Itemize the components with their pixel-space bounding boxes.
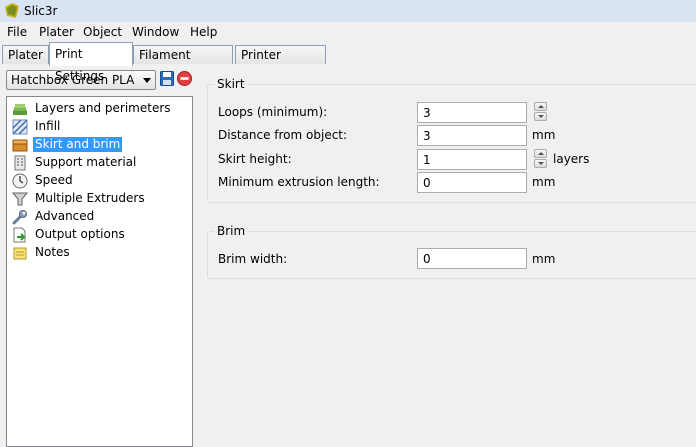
tree-label: Skirt and brim: [33, 137, 123, 152]
page-export-icon: [13, 227, 26, 243]
distance-input[interactable]: 3: [417, 125, 527, 146]
tree-item-notes[interactable]: Notes: [12, 244, 190, 262]
loops-value: 3: [423, 106, 431, 120]
layers-icon: [13, 104, 27, 115]
infill-icon: [12, 119, 28, 135]
delete-icon[interactable]: [177, 71, 192, 86]
spinner-up-icon[interactable]: [534, 102, 547, 111]
skirt-height-input[interactable]: 1: [417, 149, 527, 170]
tree-label: Layers and perimeters: [35, 101, 171, 115]
funnel-icon: [12, 192, 28, 206]
clock-icon: [12, 173, 28, 189]
spinner-down-icon[interactable]: [534, 159, 547, 168]
slic3r-logo-icon: [5, 3, 19, 18]
tree-label: Notes: [35, 245, 70, 259]
skirt-height-label: Skirt height:: [218, 152, 292, 166]
tree-label: Multiple Extruders: [35, 191, 145, 205]
brim-group-title: Brim: [214, 224, 249, 238]
tree-item-advanced[interactable]: Advanced: [12, 208, 190, 226]
brim-group: Brim Brim width: 0 mm: [207, 224, 696, 279]
loops-label: Loops (minimum):: [218, 105, 328, 119]
tab-printer-settings[interactable]: Printer Settings: [235, 45, 326, 80]
box-icon: [12, 139, 28, 152]
window-title: Slic3r: [24, 4, 58, 18]
tree-label: Support material: [35, 155, 137, 169]
distance-label: Distance from object:: [218, 128, 348, 142]
loops-input[interactable]: 3: [417, 102, 527, 123]
save-icon[interactable]: [160, 71, 174, 86]
brim-width-input[interactable]: 0: [417, 248, 527, 269]
building-icon: [14, 155, 26, 171]
tree-item-speed[interactable]: Speed: [12, 172, 190, 190]
title-bar: Slic3r: [0, 0, 696, 23]
skirt-group-title: Skirt: [214, 77, 248, 91]
tree-label: Speed: [35, 173, 73, 187]
menu-bar: File Plater Object Window Help: [0, 22, 696, 41]
min-extrusion-input[interactable]: 0: [417, 172, 527, 193]
tree-label: Advanced: [35, 209, 95, 223]
min-extrusion-value: 0: [423, 176, 431, 190]
skirt-group: Skirt Loops (minimum): 3 Distance from o…: [207, 77, 696, 203]
spinner-down-icon[interactable]: [534, 112, 547, 121]
tree-item-layers-and-perimeters[interactable]: Layers and perimeters: [12, 100, 190, 118]
brim-width-label: Brim width:: [218, 252, 288, 266]
note-icon: [13, 247, 27, 260]
print-settings-panel: Hatchbox Green PLA Layers and perimeters…: [0, 65, 696, 447]
wrench-icon: [12, 210, 27, 225]
tree-label: Output options: [35, 227, 125, 241]
tab-strip: Plater Print Settings Filament Settings …: [0, 41, 696, 83]
skirt-height-unit: layers: [553, 152, 590, 166]
chevron-down-icon: [143, 78, 151, 83]
min-extrusion-label: Minimum extrusion length:: [218, 175, 380, 189]
tree-item-output-options[interactable]: Output options: [12, 226, 190, 244]
spinner-up-icon[interactable]: [534, 149, 547, 158]
skirt-height-spinner[interactable]: [534, 149, 547, 169]
tree-item-support-material[interactable]: Support material: [12, 154, 190, 172]
brim-width-value: 0: [423, 252, 431, 266]
skirt-height-value: 1: [423, 153, 431, 167]
settings-category-tree: Layers and perimeters Infill Skirt and b…: [6, 96, 193, 447]
menu-plater[interactable]: Plater: [39, 25, 74, 39]
menu-object[interactable]: Object: [83, 25, 122, 39]
min-extrusion-unit: mm: [532, 175, 556, 189]
tab-print-settings[interactable]: Print Settings: [49, 42, 133, 83]
loops-spinner[interactable]: [534, 102, 547, 122]
tab-filament-settings[interactable]: Filament Settings: [133, 45, 233, 80]
tree-label: Infill: [35, 119, 61, 133]
brim-width-unit: mm: [532, 252, 556, 266]
menu-help[interactable]: Help: [190, 25, 217, 39]
distance-value: 3: [423, 129, 431, 143]
tree-item-skirt-and-brim[interactable]: Skirt and brim: [12, 136, 190, 154]
distance-unit: mm: [532, 128, 556, 142]
menu-file[interactable]: File: [7, 25, 27, 39]
menu-window[interactable]: Window: [132, 25, 179, 39]
tree-item-infill[interactable]: Infill: [12, 118, 190, 136]
tree-item-multiple-extruders[interactable]: Multiple Extruders: [12, 190, 190, 208]
tab-plater[interactable]: Plater: [2, 45, 49, 64]
